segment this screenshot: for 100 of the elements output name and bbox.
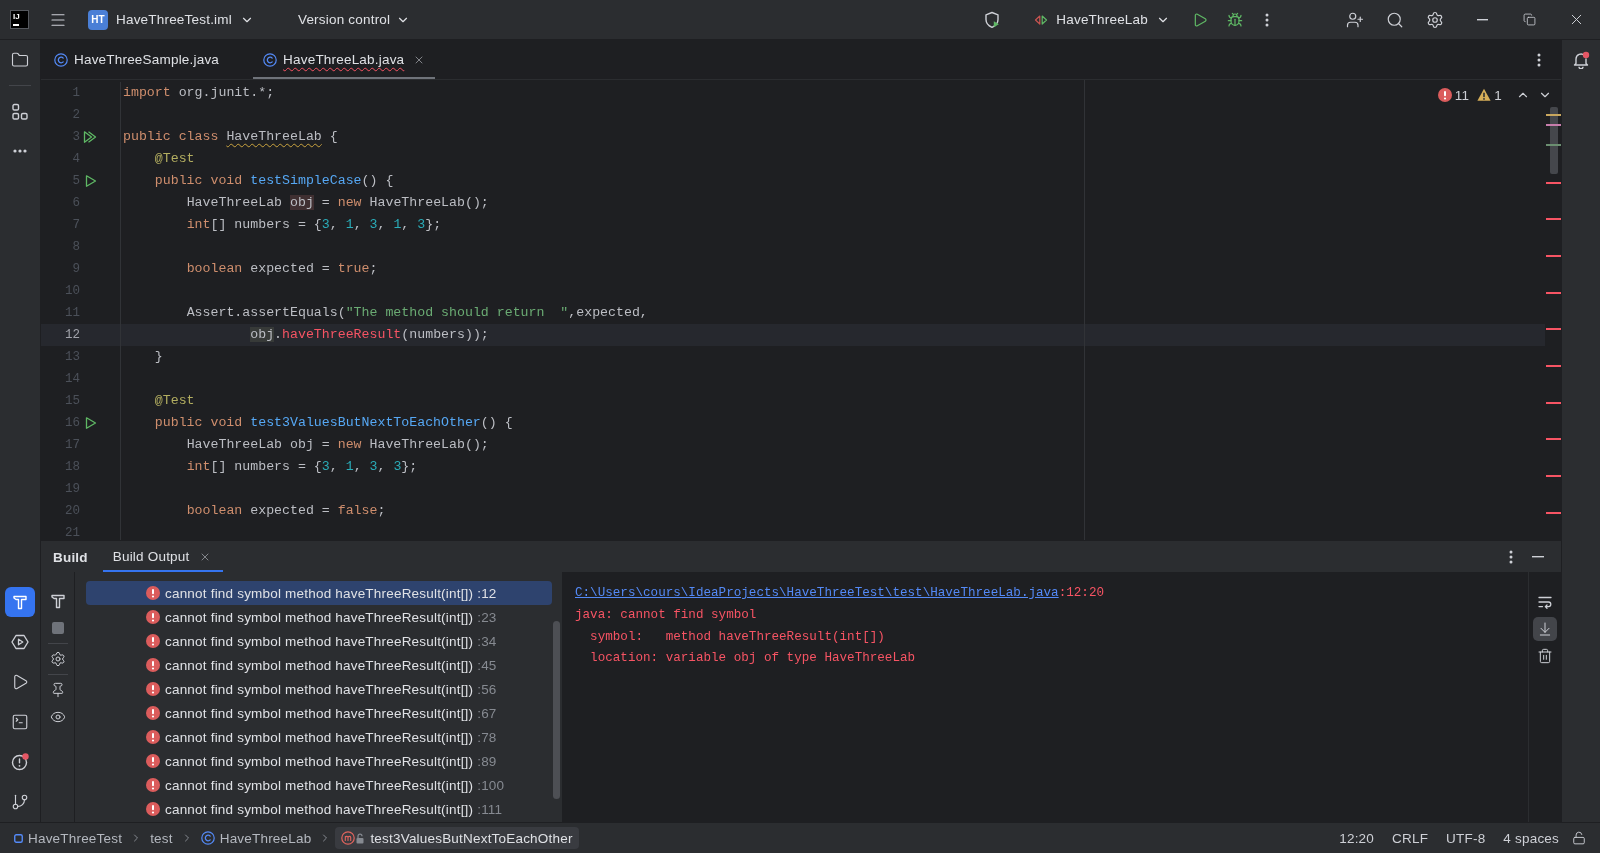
console-line: location: variable obj of type HaveThreeLab [589, 650, 916, 668]
breadcrumb[interactable]: test3ValuesButNextToEachOther [335, 827, 579, 849]
message-row[interactable]: cannot find symbol method haveThreeResult(int[]) :78 [86, 725, 552, 749]
code-line: int[] numbers = {3, 1, 3, 3}; [186, 458, 418, 476]
structure-icon [11, 103, 29, 121]
code-line: public void testSimpleCase() { [154, 172, 394, 190]
scroll-to-end-button[interactable] [1533, 617, 1557, 641]
terminal-icon [11, 713, 29, 731]
panel-tab[interactable]: Build Output [102, 541, 224, 572]
message-row[interactable]: cannot find symbol method haveThreeResult(int[]) :12 [86, 581, 552, 605]
run-icon[interactable] [83, 174, 97, 188]
error-icon [146, 610, 160, 624]
message-row[interactable]: cannot find symbol method haveThreeResult(int[]) :67 [86, 701, 552, 725]
message-row[interactable]: cannot find symbol method haveThreeResult(int[]) :89 [86, 749, 552, 773]
run-all-icon[interactable] [83, 130, 97, 144]
stop-icon [50, 621, 65, 635]
console-line: symbol: method haveThreeResult(int[]) [589, 628, 885, 646]
hexagon-play-icon [11, 633, 29, 651]
run-config-icon [1034, 12, 1049, 27]
hammer-icon [11, 593, 29, 611]
eye-icon [49, 709, 66, 725]
error-count[interactable]: 11 [1434, 84, 1473, 106]
branch-icon [11, 793, 29, 811]
panel-title: Build [53, 549, 88, 567]
code-line: import org.junit.*; [123, 84, 275, 102]
code-line: Assert.assertEquals("The method should return ",expected, [186, 304, 648, 322]
code-line: HaveThreeLab obj = new HaveThreeLab(); [186, 436, 489, 454]
code-line: public void test3ValuesButNextToEachOther() { [154, 414, 513, 432]
line-position: :12:20 [1058, 585, 1105, 602]
vcs-menu[interactable]: Version control [289, 4, 419, 35]
trash-icon [1537, 648, 1553, 664]
editor-tab[interactable]: HaveThreeSample.java [41, 40, 254, 79]
console-line: java: cannot find symbol [575, 606, 757, 624]
settings-icon [49, 651, 66, 667]
breadcrumb[interactable]: test [146, 827, 177, 849]
user-plus-icon [1346, 10, 1364, 29]
class-icon [263, 52, 278, 67]
warning-icon [1477, 88, 1492, 102]
method-icon [341, 831, 366, 845]
run-icon [11, 673, 29, 691]
error-icon [146, 754, 160, 768]
error-icon [146, 730, 160, 744]
code-line: @Test [154, 392, 195, 410]
class-icon [54, 52, 68, 67]
project-selector[interactable]: HT HaveThreeTest.iml [80, 4, 262, 35]
bell-icon [1572, 51, 1590, 69]
line-separator[interactable]: CRLF [1383, 827, 1438, 849]
error-icon [146, 802, 160, 816]
warning-count[interactable]: 1 [1474, 84, 1505, 106]
message-row[interactable]: cannot find symbol method haveThreeResult(int[]) :23 [86, 605, 552, 629]
code-line: } [154, 348, 163, 366]
class-icon [200, 831, 215, 845]
breadcrumb[interactable]: HaveThreeLab [196, 827, 316, 849]
error-icon [146, 586, 160, 600]
run-icon [1192, 11, 1208, 28]
folder-icon [11, 51, 29, 69]
search-icon [1386, 10, 1404, 29]
settings-icon [1426, 10, 1444, 29]
message-row[interactable]: cannot find symbol method haveThreeResult(int[]) :100 [86, 773, 552, 797]
more-icon [1537, 52, 1541, 67]
module-icon [14, 833, 23, 843]
scrollbar-thumb[interactable] [1550, 107, 1558, 174]
hammer-icon [48, 592, 67, 610]
indent-setting[interactable]: 4 spaces [1494, 827, 1568, 849]
code-line: int[] numbers = {3, 1, 3, 1, 3}; [186, 216, 442, 234]
error-icon [146, 682, 160, 696]
scroll-end-icon [1537, 621, 1553, 637]
error-icon [146, 778, 160, 792]
run-config-selector[interactable]: HaveThreeLab [1026, 4, 1178, 35]
file-link[interactable]: C:\Users\cours\IdeaProjects\HaveThreeTest\test\HaveThreeLab.java [575, 583, 1059, 605]
lock-icon [1572, 831, 1586, 845]
message-row[interactable]: cannot find symbol method haveThreeResult(int[]) :45 [86, 653, 552, 677]
shield-icon [983, 10, 1002, 29]
file-encoding[interactable]: UTF-8 [1437, 827, 1495, 849]
code-line: boolean expected = false; [186, 502, 386, 520]
error-icon [146, 658, 160, 672]
message-row[interactable]: cannot find symbol method haveThreeResult(int[]) :34 [86, 629, 552, 653]
error-icon [1437, 88, 1452, 102]
problems-icon [11, 753, 29, 771]
code-line: HaveThreeLab obj = new HaveThreeLab(); [186, 194, 489, 212]
restore-icon [1523, 13, 1536, 26]
more-icon [13, 149, 27, 153]
caret-position[interactable]: 12:20 [1330, 827, 1384, 849]
run-icon[interactable] [83, 416, 97, 430]
bug-icon [1227, 11, 1243, 28]
code-line: boolean expected = true; [186, 260, 378, 278]
error-icon [146, 706, 160, 720]
code-line: @Test [154, 150, 195, 168]
wrap-icon [1537, 594, 1553, 610]
error-icon [146, 634, 160, 648]
build-tool-button[interactable] [5, 587, 35, 617]
message-row[interactable]: cannot find symbol method haveThreeResult(int[]) :56 [86, 677, 552, 701]
more-icon [1509, 549, 1513, 564]
scrollbar-thumb[interactable] [553, 621, 560, 799]
code-line: obj.haveThreeResult(numbers)); [250, 326, 489, 344]
app-logo: IJ [11, 11, 28, 28]
breadcrumb[interactable]: HaveThreeTest [10, 827, 127, 849]
more-icon [1265, 12, 1269, 27]
message-row[interactable]: cannot find symbol method haveThreeResult(int[]) :111 [86, 797, 552, 821]
minimize-icon [1477, 18, 1488, 21]
